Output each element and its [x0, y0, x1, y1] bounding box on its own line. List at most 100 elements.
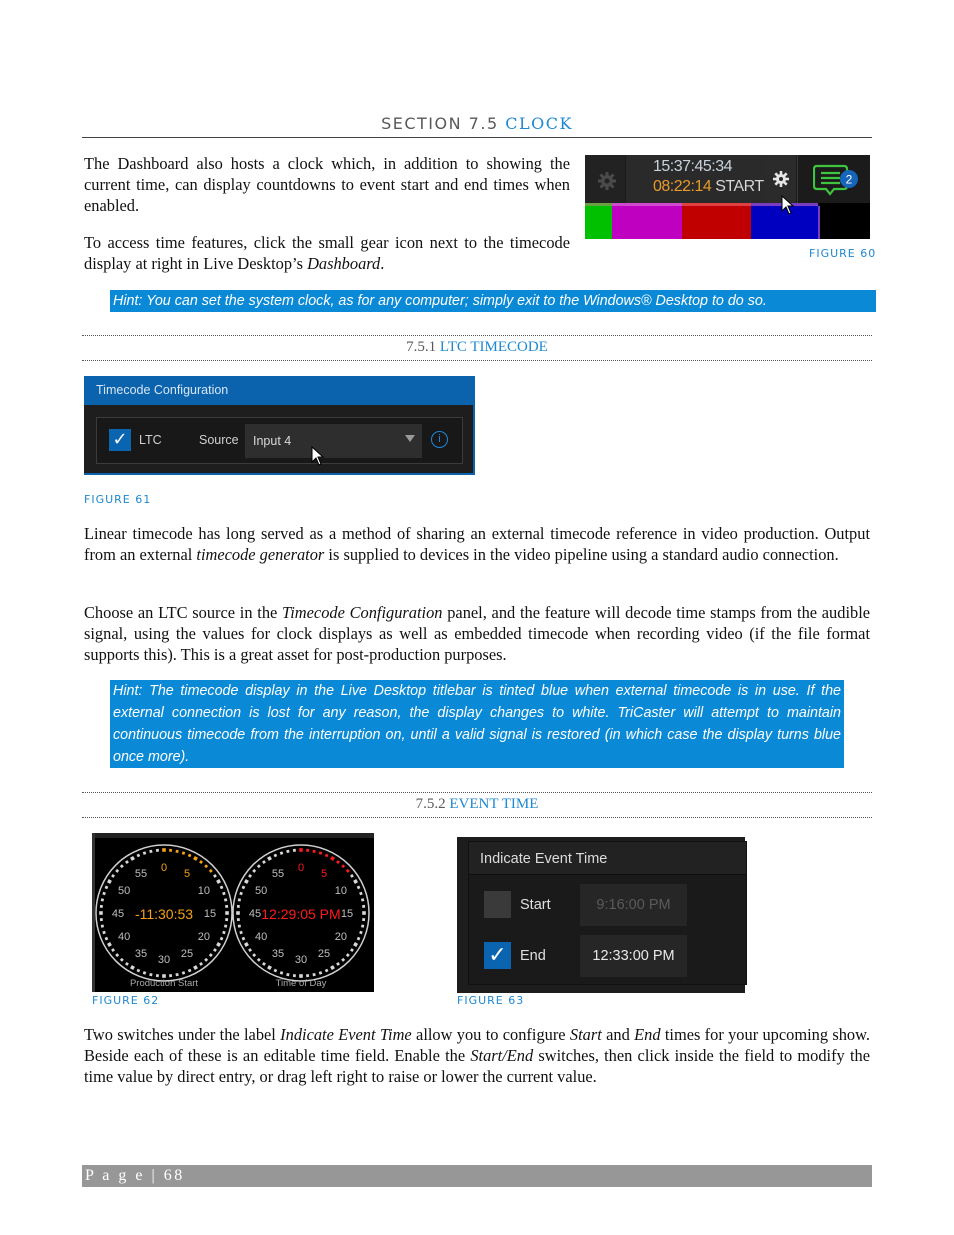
subsection-rule-top: [82, 792, 872, 793]
checkmark-icon: ✓: [112, 429, 128, 450]
dial-tick: [345, 953, 350, 958]
figure-61-caption: FIGURE 61: [84, 493, 152, 506]
italic-text: Indicate Event Time: [280, 1025, 412, 1044]
end-checkbox[interactable]: ✓: [484, 942, 511, 969]
figure-60-caption: FIGURE 60: [809, 247, 877, 260]
mouse-cursor-icon: [781, 195, 795, 215]
dial-tick: [169, 848, 173, 852]
dial-tick: [312, 972, 316, 977]
dial-tick: [330, 855, 335, 861]
dial-tick: [356, 885, 361, 890]
event-time-paragraph: Two switches under the label Indicate Ev…: [84, 1024, 870, 1087]
dial-tick: [155, 848, 159, 852]
message-icon: 2: [812, 164, 858, 196]
ltc-label: LTC: [139, 433, 162, 447]
start-time-field[interactable]: 9:16:00 PM: [580, 884, 687, 926]
dial-tick: [100, 924, 105, 928]
dial-tick: [273, 968, 278, 973]
dial-tick: [130, 855, 135, 861]
start-checkbox[interactable]: [484, 891, 511, 918]
dial-tick: [252, 953, 257, 958]
ltc-paragraph-1: Linear timecode has long served as a met…: [84, 523, 870, 565]
dial-tick: [350, 948, 354, 952]
dial-tick: [237, 924, 242, 928]
text: Choose an LTC source in the: [84, 603, 283, 622]
dial-tick: [119, 957, 124, 962]
ltc-checkbox[interactable]: ✓: [109, 429, 131, 451]
notifications-button[interactable]: 2: [812, 163, 859, 199]
dial-tick: [256, 957, 261, 962]
text: is supplied to devices in the video pipe…: [324, 545, 839, 564]
dial-tick: [169, 974, 173, 978]
subsection-rule-top: [82, 335, 872, 336]
dial-number: 10: [198, 885, 210, 897]
dial-tick: [241, 885, 246, 890]
dial-tick: [125, 860, 129, 864]
divider: [797, 155, 798, 203]
dial-tick: [149, 972, 153, 977]
countdown-value: 08:22:14: [653, 178, 712, 195]
dial-tick: [312, 849, 316, 854]
start-label: Start: [520, 897, 551, 913]
dial-number: 50: [118, 885, 130, 897]
gear-icon-dim: [598, 172, 616, 190]
dial-number: 10: [335, 885, 347, 897]
dial-tick: [104, 885, 109, 890]
dial-tick: [267, 965, 272, 971]
dial-number: 45: [249, 908, 261, 920]
end-time-field[interactable]: 12:33:00 PM: [580, 935, 687, 977]
dial-tick: [306, 974, 310, 978]
figure-63-indicate-event-time: Indicate Event Time Start 9:16:00 PM ✓ E…: [457, 837, 747, 993]
dial-number: 50: [255, 885, 267, 897]
color-bars: [585, 203, 870, 239]
dial-tick: [208, 953, 213, 958]
dial-number: 15: [341, 908, 353, 920]
countdown-display: 08:22:14 START: [653, 178, 764, 196]
dial-tick: [102, 930, 106, 935]
dial-tick: [279, 971, 284, 975]
dial-tick: [239, 891, 243, 896]
page-number: P a g e | 68: [85, 1167, 185, 1184]
dial-tick: [336, 860, 340, 864]
timecode-value: 15:37:45:34: [653, 158, 733, 175]
panel-body: ✓ LTC Source Input 4 i: [84, 405, 473, 473]
source-value: Input 4: [253, 434, 292, 448]
dial-tick: [350, 874, 354, 878]
dial-tick: [225, 904, 229, 908]
dial-tick: [136, 968, 141, 973]
dial-tick: [236, 918, 240, 922]
figure-62-caption: FIGURE 62: [92, 994, 160, 1007]
dial-tick: [223, 898, 228, 902]
dial-tick: [292, 848, 296, 852]
italic-text: timecode generator: [196, 545, 325, 564]
source-dropdown[interactable]: Input 4: [245, 424, 422, 458]
dim-gear-cell: [585, 155, 625, 203]
dial-tick: [243, 942, 249, 947]
dial-tick: [175, 972, 179, 977]
dial-number: 55: [272, 868, 284, 880]
dial-tick: [213, 948, 217, 952]
color-bar-green: [585, 206, 612, 239]
end-label: End: [520, 948, 546, 964]
dial-tick: [252, 868, 257, 873]
dial-tick: [345, 868, 350, 873]
dial-tick: [324, 968, 329, 973]
checkmark-icon: ✓: [488, 943, 507, 968]
dial-tick: [115, 953, 120, 958]
dial-tick: [104, 936, 109, 941]
dial-tick: [356, 936, 361, 941]
info-icon[interactable]: i: [431, 431, 448, 448]
panel-title: Indicate Event Time: [480, 851, 608, 867]
dial-number: 20: [335, 931, 347, 943]
italic-text: Timecode Configuration: [282, 603, 443, 622]
color-bar-magenta: [612, 206, 682, 239]
dial-tick: [222, 930, 226, 935]
dial-tick: [193, 855, 198, 861]
clock-label: Production Start: [130, 978, 198, 989]
figure-63-caption: FIGURE 63: [457, 994, 525, 1007]
dial-tick: [125, 962, 129, 966]
text: Two switches under the label: [84, 1025, 281, 1044]
dial-tick: [111, 874, 115, 878]
dial-tick: [208, 868, 213, 873]
color-bar-red: [682, 206, 751, 239]
